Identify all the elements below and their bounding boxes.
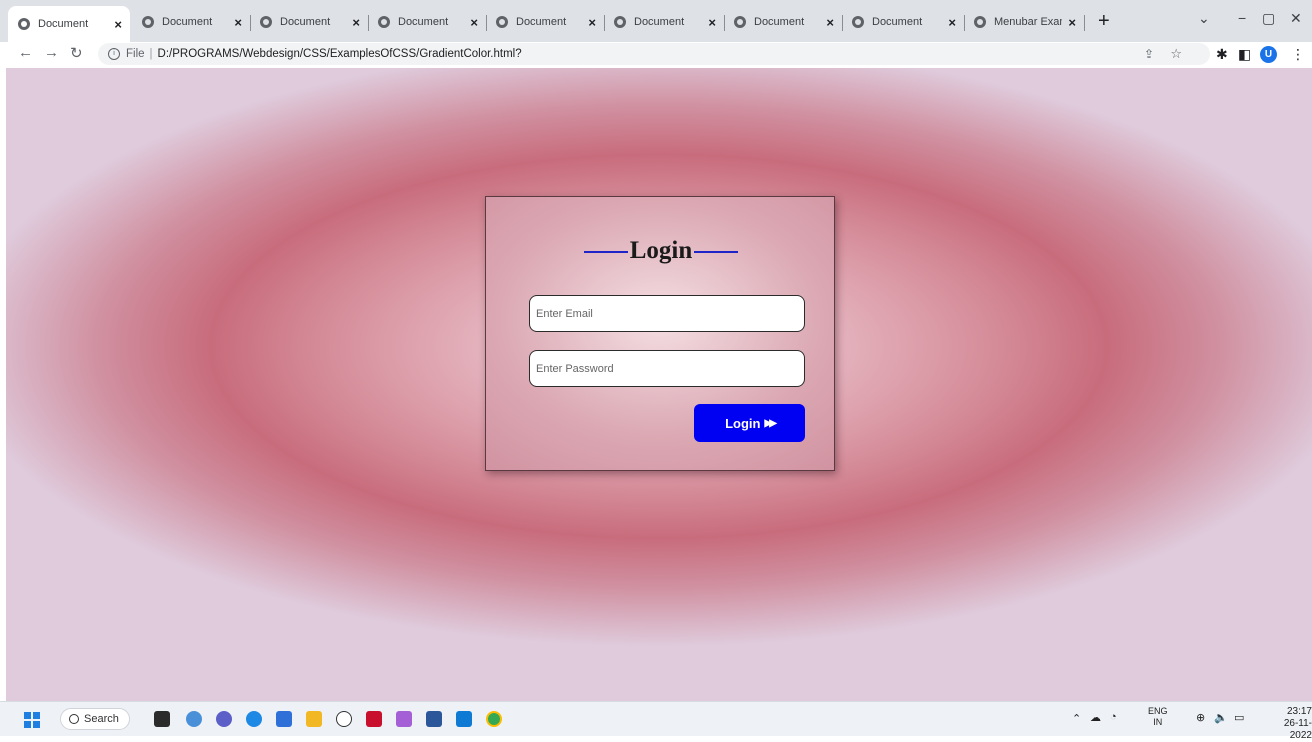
tab-title: Document [162, 16, 213, 28]
close-tab-icon[interactable]: × [234, 15, 242, 30]
globe-icon [852, 16, 864, 28]
forward-arrow-icon[interactable]: → [44, 44, 59, 61]
globe-icon [496, 16, 508, 28]
taskbar-search[interactable]: Search [60, 708, 130, 730]
back-arrow-icon[interactable]: ← [18, 44, 33, 61]
globe-icon [614, 16, 626, 28]
language-code: ENG [1148, 706, 1168, 716]
bookmark-star-icon[interactable]: ☆ [1170, 46, 1182, 62]
tray-chevron-up-icon[interactable]: ⌃ [1072, 712, 1081, 725]
share-icon[interactable]: ⇪ [1144, 47, 1154, 61]
new-tab-button[interactable]: + [1098, 10, 1110, 33]
close-tab-icon[interactable]: × [114, 17, 122, 32]
extensions-puzzle-icon[interactable]: ✱ [1216, 46, 1228, 63]
login-card: Login Login ▶▶ [485, 196, 835, 471]
login-title: Login [629, 237, 693, 264]
globe-icon [260, 16, 272, 28]
taskbar-search-label: Search [84, 713, 119, 725]
close-tab-icon[interactable]: × [588, 15, 596, 30]
close-tab-icon[interactable]: × [708, 15, 716, 30]
language-indicator[interactable]: ENG IN [1148, 706, 1168, 728]
chrome-alt-icon[interactable] [186, 711, 202, 727]
globe-icon [18, 18, 30, 30]
window-close-icon[interactable]: ✕ [1290, 10, 1302, 27]
search-icon [69, 714, 79, 724]
tab-document-6[interactable]: Document × [604, 8, 725, 36]
close-tab-icon[interactable]: × [948, 15, 956, 30]
tab-title: Document [634, 16, 685, 28]
region-code: IN [1153, 717, 1163, 727]
side-panel-icon[interactable]: ◧ [1238, 46, 1251, 63]
windows-taskbar: Search ⌃ ☁ ◔ ENG IN ⊕ 🔈 ▭ 23:17 26-11-20… [0, 701, 1312, 741]
tab-title: Document [516, 16, 567, 28]
globe-icon [142, 16, 154, 28]
fast-forward-icon: ▶▶ [764, 417, 778, 429]
tab-menubar-example[interactable]: Menubar Exam × [964, 8, 1085, 36]
onedrive-icon[interactable]: ☁ [1090, 711, 1101, 724]
login-button[interactable]: Login ▶▶ [694, 404, 805, 442]
tab-document-3[interactable]: Document × [250, 8, 369, 36]
tab-title: Document [872, 16, 923, 28]
mcafee-icon[interactable] [366, 711, 382, 727]
tab-title: Document [398, 16, 449, 28]
site-info-icon[interactable]: i [108, 48, 120, 60]
url-text[interactable]: D:/PROGRAMS/Webdesign/CSS/ExamplesOfCSS/… [158, 48, 522, 60]
tray-app-icon[interactable]: ◔ [1110, 711, 1117, 723]
address-bar[interactable]: i File | D:/PROGRAMS/Webdesign/CSS/Examp… [98, 43, 1210, 65]
dell-icon[interactable] [336, 711, 352, 727]
tab-title: Document [280, 16, 331, 28]
password-field[interactable] [529, 350, 805, 387]
profile-avatar[interactable]: U [1260, 46, 1277, 63]
minimize-icon[interactable]: − [1238, 10, 1246, 26]
title-right-rule [694, 251, 739, 254]
title-left-rule [583, 251, 628, 254]
tab-document-4[interactable]: Document × [368, 8, 487, 36]
page-viewport: Login Login ▶▶ [6, 68, 1312, 701]
clock-date: 26-11-2022 [1283, 718, 1312, 741]
tab-title: Menubar Exam [994, 16, 1062, 28]
globe-icon [378, 16, 390, 28]
tab-search-chevron-icon[interactable]: ⌄ [1198, 10, 1210, 27]
tab-title: Document [38, 18, 89, 30]
word-icon[interactable] [426, 711, 442, 727]
chrome-icon[interactable] [486, 711, 502, 727]
visual-studio-icon[interactable] [396, 711, 412, 727]
restore-icon[interactable]: ▢ [1262, 10, 1275, 27]
email-field[interactable] [529, 295, 805, 332]
clock-time: 23:17 [1286, 706, 1312, 717]
windows-start-icon[interactable] [24, 712, 40, 728]
tab-document-5[interactable]: Document × [486, 8, 605, 36]
edge-icon[interactable] [246, 711, 262, 727]
volume-muted-icon[interactable]: 🔈 [1214, 711, 1228, 724]
menu-kebab-icon[interactable]: ⋮ [1291, 46, 1305, 63]
file-explorer-icon[interactable] [306, 711, 322, 727]
browser-toolbar: ← → ↻ i File | D:/PROGRAMS/Webdesign/CSS… [0, 42, 1312, 68]
task-view-icon[interactable] [154, 711, 170, 727]
browser-tab-strip: Document × Document × Document × Documen… [0, 0, 1312, 42]
tab-title: Document [754, 16, 805, 28]
login-heading: Login [486, 237, 836, 265]
close-tab-icon[interactable]: × [352, 15, 360, 30]
system-clock[interactable]: 23:17 26-11-2022 [1265, 706, 1312, 742]
globe-icon [974, 16, 986, 28]
tab-document-1[interactable]: Document × [8, 6, 130, 42]
tab-document-2[interactable]: Document × [132, 8, 251, 36]
close-tab-icon[interactable]: × [1068, 15, 1076, 30]
chat-icon[interactable] [216, 711, 232, 727]
login-button-label: Login [725, 415, 761, 431]
network-icon[interactable]: ⊕ [1196, 711, 1205, 724]
store-icon[interactable] [276, 711, 292, 727]
url-scheme: File [126, 48, 145, 60]
close-tab-icon[interactable]: × [826, 15, 834, 30]
tab-document-8[interactable]: Document × [842, 8, 965, 36]
globe-icon [734, 16, 746, 28]
vscode-icon[interactable] [456, 711, 472, 727]
tab-document-7[interactable]: Document × [724, 8, 843, 36]
reload-icon[interactable]: ↻ [70, 44, 83, 62]
close-tab-icon[interactable]: × [470, 15, 478, 30]
battery-icon[interactable]: ▭ [1234, 711, 1244, 724]
url-divider: | [149, 48, 153, 60]
